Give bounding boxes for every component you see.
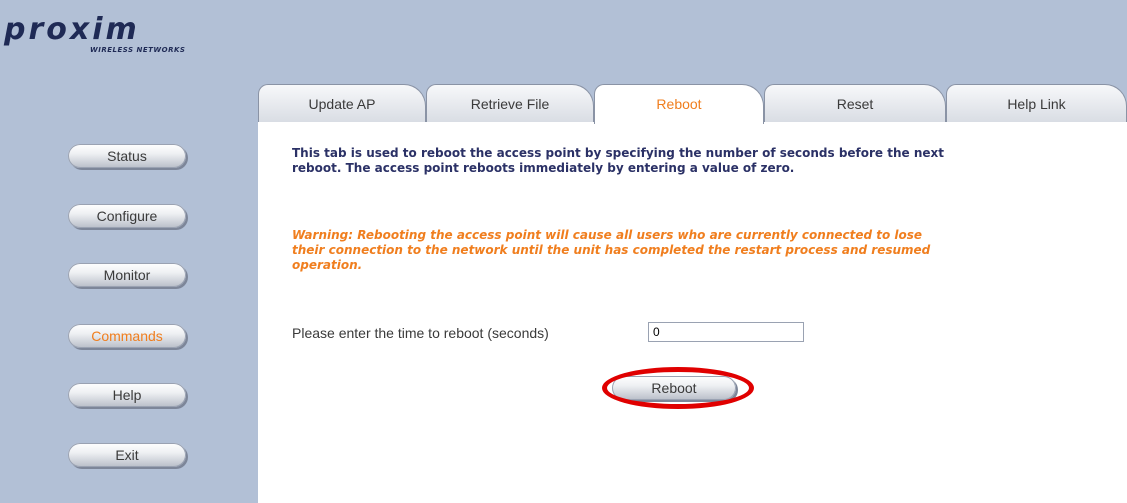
logo-tagline: WIRELESS NETWORKS bbox=[90, 46, 186, 54]
reboot-panel: This tab is used to reboot the access po… bbox=[258, 122, 1127, 503]
tab-reboot[interactable]: Reboot bbox=[594, 84, 764, 124]
proxim-logo: proxim WIRELESS NETWORKS bbox=[4, 10, 204, 60]
nav-help-button[interactable]: Help bbox=[68, 383, 186, 407]
tab-help-link[interactable]: Help Link bbox=[946, 84, 1127, 122]
logo-wordmark: proxim bbox=[4, 12, 140, 47]
nav-status-button[interactable]: Status bbox=[68, 144, 186, 168]
tab-update-ap[interactable]: Update AP bbox=[258, 84, 426, 122]
reboot-warning: Warning: Rebooting the access point will… bbox=[292, 228, 931, 272]
reboot-time-label: Please enter the time to reboot (seconds… bbox=[292, 325, 549, 341]
nav-monitor-button[interactable]: Monitor bbox=[68, 263, 186, 287]
tab-reset[interactable]: Reset bbox=[764, 84, 946, 122]
nav-commands-button[interactable]: Commands bbox=[68, 324, 186, 348]
tab-retrieve-file[interactable]: Retrieve File bbox=[426, 84, 594, 122]
reboot-time-input[interactable] bbox=[648, 322, 804, 342]
reboot-button[interactable]: Reboot bbox=[612, 376, 736, 400]
nav-exit-button[interactable]: Exit bbox=[68, 443, 186, 467]
reboot-description: This tab is used to reboot the access po… bbox=[292, 146, 945, 175]
nav-configure-button[interactable]: Configure bbox=[68, 204, 186, 228]
